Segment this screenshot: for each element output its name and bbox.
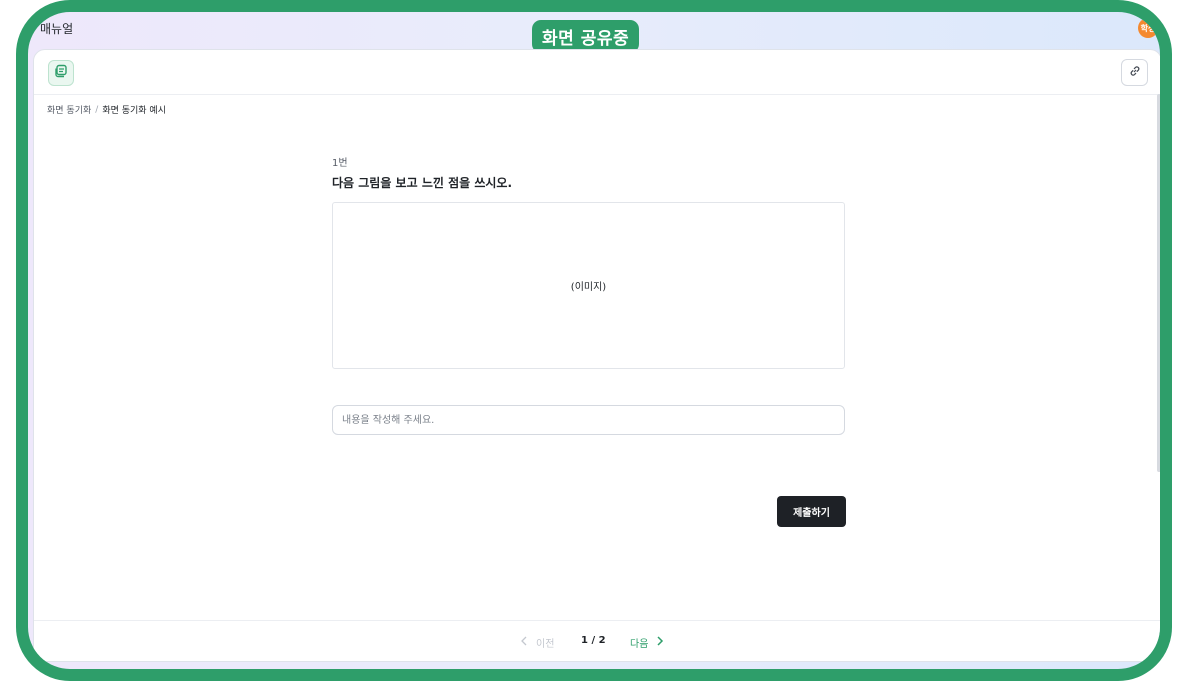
user-avatar-label: 학생 (1140, 23, 1156, 33)
submit-button[interactable]: 제출하기 (777, 496, 846, 527)
logo-button[interactable] (48, 60, 74, 86)
note-stack-icon (53, 63, 69, 83)
chevron-left-icon (520, 636, 528, 649)
panel-header (34, 50, 1160, 95)
answer-input[interactable] (332, 405, 845, 435)
breadcrumb-item-sync[interactable]: 화면 동기화 (47, 103, 91, 116)
breadcrumb: 화면 동기화 / 화면 동기화 예시 (47, 103, 166, 117)
question-number: 1번 (332, 158, 348, 169)
pagination-bar: 이전 1 / 2 다음 (34, 620, 1160, 661)
question-image: (이미지) (332, 202, 845, 369)
app-title: 매뉴얼 (40, 22, 74, 36)
next-page-label: 다음 (630, 639, 649, 650)
page-indicator: 1 / 2 (581, 635, 606, 646)
prev-page-button[interactable]: 이전 (520, 635, 554, 650)
link-icon (1128, 63, 1142, 82)
frame-notch (438, 0, 486, 4)
copy-link-button[interactable] (1121, 59, 1148, 86)
prev-page-label: 이전 (536, 639, 555, 650)
image-placeholder-label: (이미지) (570, 282, 607, 293)
vertical-scrollbar[interactable] (1157, 94, 1160, 472)
next-page-button[interactable]: 다음 (630, 635, 664, 650)
question-text: 다음 그림을 보고 느낀 점을 쓰시오. (332, 176, 513, 190)
screen-share-frame: 매뉴얼 화면 공유중 학생 화면 동기화 / 화면 동기화 예시 1번 다음 그… (16, 0, 1172, 681)
chevron-right-icon (656, 636, 664, 649)
main-panel: 화면 동기화 / 화면 동기화 예시 1번 다음 그림을 보고 느낀 점을 쓰시… (33, 49, 1160, 662)
screen-sharing-label: 화면 공유중 (542, 29, 630, 49)
breadcrumb-item-current: 화면 동기화 예시 (102, 106, 166, 116)
user-avatar[interactable]: 학생 (1138, 18, 1158, 38)
breadcrumb-separator: / (95, 104, 99, 115)
